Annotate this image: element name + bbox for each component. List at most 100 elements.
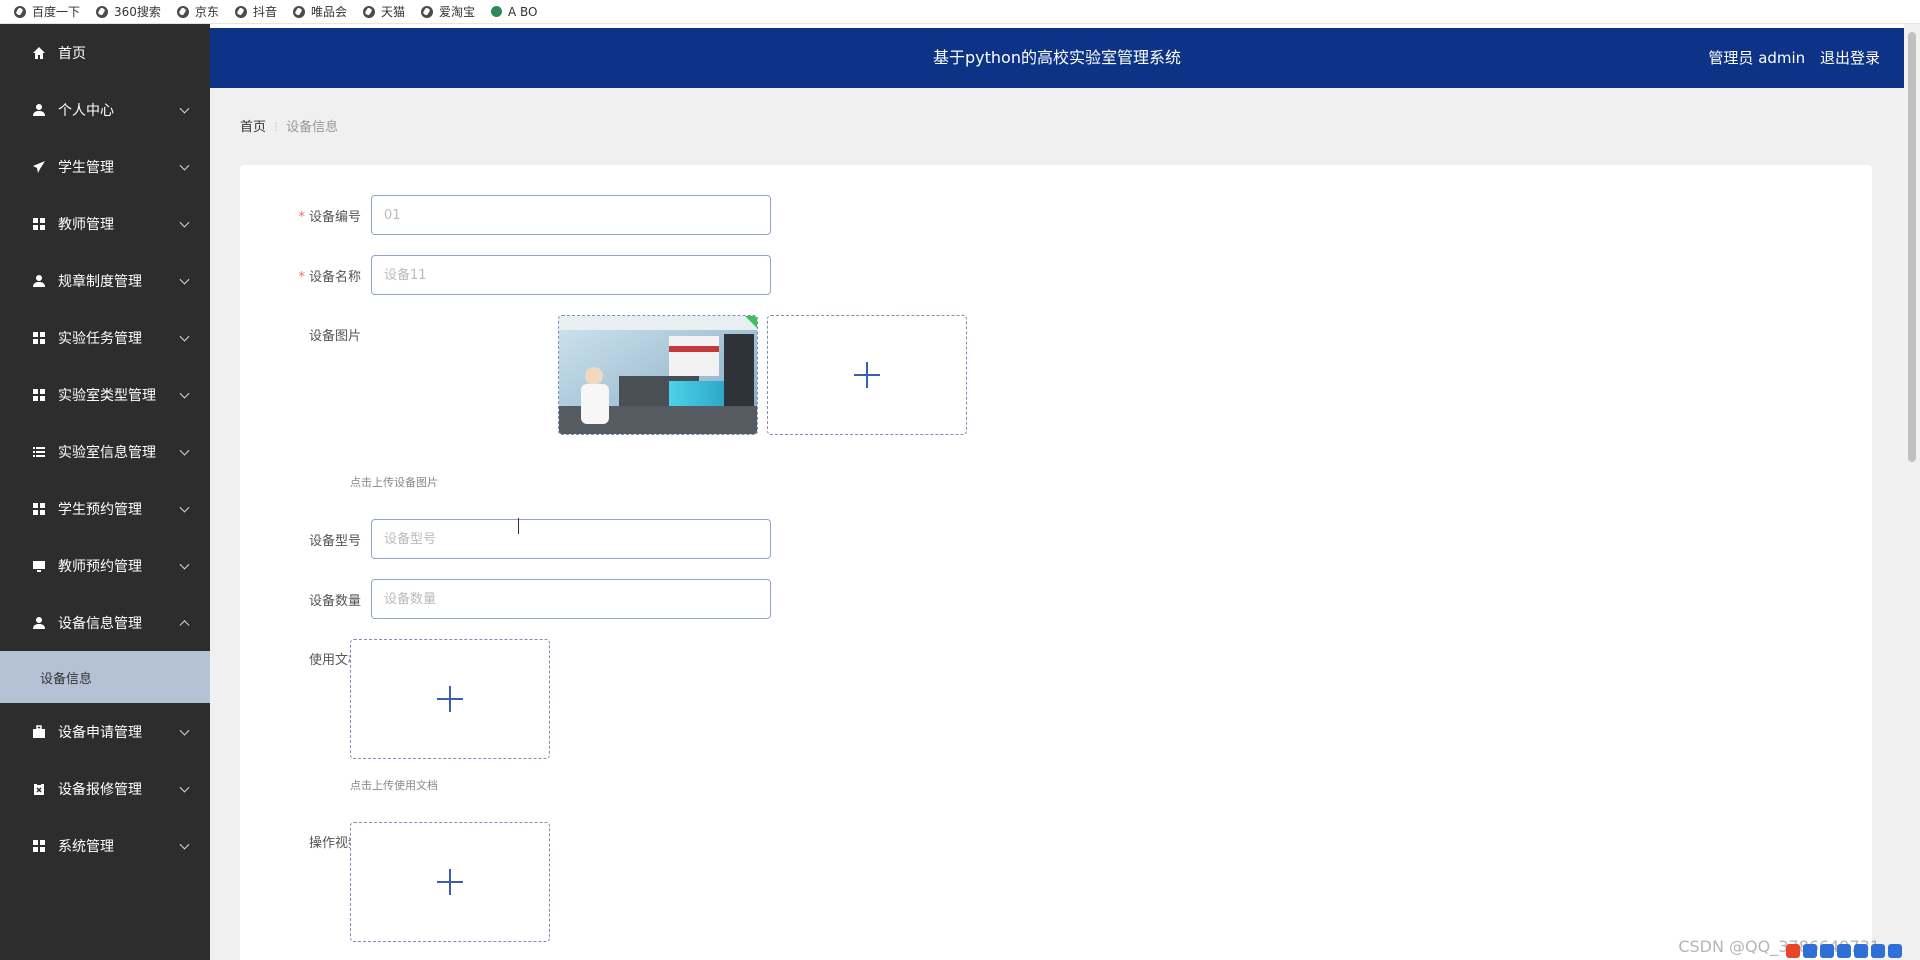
usage-doc-upload-button[interactable] — [350, 639, 550, 759]
grid-icon — [32, 502, 46, 516]
sidebar-item-label: 学生预约管理 — [58, 501, 142, 518]
bookmark-label: 爱淘宝 — [438, 5, 475, 19]
text-cursor-icon — [518, 518, 520, 534]
bookmark-douyin[interactable]: 抖音 — [234, 3, 277, 20]
keyboard-icon[interactable] — [1854, 944, 1868, 958]
bookmark-aitaobao[interactable]: 爱淘宝 — [420, 3, 475, 20]
sidebar-item-label: 实验室类型管理 — [58, 387, 156, 404]
bookmark-label: 京东 — [194, 5, 219, 19]
globe-icon — [420, 5, 433, 18]
sidebar-subitem-device-info[interactable]: 设备信息 — [0, 651, 210, 703]
sidebar-item-device-repair-mgmt[interactable]: 设备报修管理 — [0, 760, 210, 817]
sidebar-item-task-mgmt[interactable]: 实验任务管理 — [0, 309, 210, 366]
device-model-label: 设备型号 — [308, 533, 361, 549]
sidebar-item-device-apply-mgmt[interactable]: 设备申请管理 — [0, 703, 210, 760]
microphone-icon[interactable] — [1837, 944, 1851, 958]
chevron-down-icon — [179, 839, 190, 850]
home-icon — [32, 46, 46, 60]
sidebar-item-student-mgmt[interactable]: 学生管理 — [0, 138, 210, 195]
bookmark-label: 唯品会 — [310, 5, 347, 19]
sogou-icon[interactable] — [1786, 944, 1800, 958]
bookmark-jd[interactable]: 京东 — [176, 3, 219, 20]
sidebar-item-teacher-booking[interactable]: 教师预约管理 — [0, 537, 210, 594]
sidebar-subitem-label: 设备信息 — [40, 671, 93, 687]
device-form-card: *设备编号 *设备名称 设备图片 — [240, 165, 1872, 960]
logout-button[interactable]: 退出登录 — [1820, 49, 1880, 67]
form-row-device-no: * 设备编号 — [240, 195, 771, 235]
bookmark-abo[interactable]: A BO — [491, 5, 538, 19]
grid-icon — [32, 217, 46, 231]
bookmark-label: 抖音 — [252, 5, 277, 19]
top-header: 基于python的高校实验室管理系统 管理员 admin 退出登录 — [210, 28, 1904, 88]
sidebar-item-rules-mgmt[interactable]: 规章制度管理 — [0, 252, 210, 309]
sidebar-item-lab-info-mgmt[interactable]: 实验室信息管理 — [0, 423, 210, 480]
sidebar-item-teacher-mgmt[interactable]: 教师管理 — [0, 195, 210, 252]
paper-plane-icon — [32, 160, 46, 174]
list-icon — [32, 445, 46, 459]
form-row-device-qty: 设备数量 — [240, 579, 771, 619]
user-icon — [32, 616, 46, 630]
bookmark-label: 天猫 — [380, 5, 405, 19]
grid-icon — [32, 388, 46, 402]
sidebar-item-label: 系统管理 — [58, 838, 114, 855]
required-mark: * — [298, 269, 305, 285]
bookmark-vip[interactable]: 唯品会 — [292, 3, 347, 20]
form-row-device-model: 设备型号 — [240, 519, 771, 559]
sidebar-item-label: 首页 — [58, 45, 86, 62]
bookmark-tmall[interactable]: 天猫 — [362, 3, 405, 20]
device-model-input[interactable] — [371, 519, 771, 559]
user-area: 管理员 admin 退出登录 — [1698, 28, 1880, 88]
ime-punct-icon[interactable] — [1820, 944, 1834, 958]
sidebar-item-personal-center[interactable]: 个人中心 — [0, 81, 210, 138]
breadcrumb-separator: ⁝ — [274, 120, 279, 135]
sidebar-item-lab-type-mgmt[interactable]: 实验室类型管理 — [0, 366, 210, 423]
globe-icon — [14, 5, 26, 18]
clipboard-icon — [32, 782, 46, 796]
admin-user-label[interactable]: 管理员 admin — [1708, 49, 1805, 67]
scrollbar-thumb[interactable] — [1908, 32, 1916, 462]
bookmark-360[interactable]: 360搜索 — [96, 3, 161, 20]
device-image-upload-button[interactable] — [767, 315, 967, 435]
chevron-down-icon — [179, 217, 190, 228]
user-icon — [32, 274, 46, 288]
sidebar-item-label: 个人中心 — [58, 102, 114, 119]
sidebar-item-student-booking[interactable]: 学生预约管理 — [0, 480, 210, 537]
sidebar-item-system-mgmt[interactable]: 系统管理 — [0, 817, 210, 874]
skin-icon[interactable] — [1871, 944, 1885, 958]
device-qty-input[interactable] — [371, 579, 771, 619]
sidebar-item-home[interactable]: 首页 — [0, 24, 210, 81]
lab-photo-image — [559, 316, 757, 434]
extension-icon — [491, 6, 502, 17]
globe-icon — [176, 5, 189, 18]
device-no-input[interactable] — [371, 195, 771, 235]
plus-icon — [854, 362, 880, 388]
breadcrumb: 首页 ⁝ 设备信息 — [240, 116, 338, 135]
ime-lang-icon[interactable] — [1803, 944, 1817, 958]
bookmark-baidu[interactable]: 百度一下 — [14, 3, 80, 20]
device-no-label-text: 设备编号 — [308, 209, 361, 225]
chevron-down-icon — [179, 782, 190, 793]
device-name-label-text: 设备名称 — [308, 269, 361, 285]
sidebar-item-label: 规章制度管理 — [58, 273, 142, 290]
chevron-down-icon — [179, 331, 190, 342]
device-image-thumbnail[interactable] — [558, 315, 758, 435]
device-image-label: 设备图片 — [308, 329, 361, 344]
user-icon — [32, 103, 46, 117]
apps-grid-icon[interactable] — [1888, 944, 1902, 958]
breadcrumb-home[interactable]: 首页 — [240, 120, 266, 135]
device-image-hint: 点击上传设备图片 — [350, 476, 438, 489]
operation-video-upload-button[interactable] — [350, 822, 550, 942]
device-name-input[interactable] — [371, 255, 771, 295]
sidebar-item-device-info-mgmt[interactable]: 设备信息管理 — [0, 594, 210, 651]
sidebar-item-label: 实验任务管理 — [58, 330, 142, 347]
required-mark: * — [298, 209, 305, 225]
grid-icon — [32, 839, 46, 853]
globe-icon — [234, 5, 247, 18]
sidebar-item-label: 学生管理 — [58, 159, 114, 176]
page-scrollbar[interactable] — [1904, 24, 1920, 960]
device-no-label: * 设备编号 — [240, 206, 371, 225]
breadcrumb-current: 设备信息 — [286, 120, 339, 135]
globe-icon — [362, 5, 375, 18]
monitor-icon — [32, 559, 46, 573]
sidebar: 首页 个人中心 学生管理 教师管理 规章制度管理 实验任务管理 实验室类型管理 … — [0, 24, 210, 960]
